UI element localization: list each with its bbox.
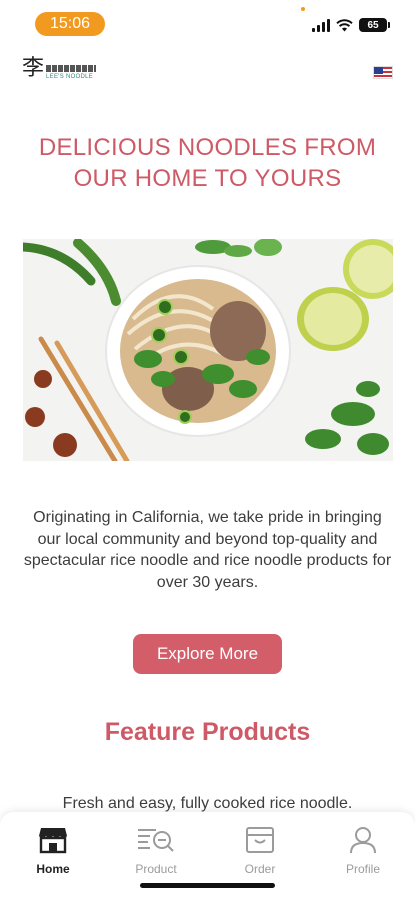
feature-products-description: Fresh and easy, fully cooked rice noodle… bbox=[62, 795, 353, 812]
noodle-bowl-image bbox=[23, 239, 393, 461]
us-flag-language-icon[interactable] bbox=[373, 66, 393, 79]
home-indicator bbox=[140, 883, 275, 888]
hero-title: DELICIOUS NOODLES FROM OUR HOME TO YOURS bbox=[38, 134, 377, 192]
logo-english-wordmark: LEE'S NOODLE bbox=[46, 74, 94, 80]
status-bar: 15:06 65 bbox=[0, 0, 415, 48]
wifi-icon bbox=[336, 18, 353, 31]
tab-product-label: Product bbox=[135, 862, 177, 876]
tab-home[interactable]: Home bbox=[13, 826, 93, 876]
intro-paragraph: Originating in California, we take pride… bbox=[23, 509, 392, 591]
tab-order-label: Order bbox=[244, 862, 276, 876]
logo-character: 李 bbox=[22, 56, 45, 81]
tab-home-label: Home bbox=[36, 862, 70, 876]
person-icon bbox=[350, 827, 376, 854]
order-box-icon bbox=[246, 827, 274, 853]
store-icon bbox=[39, 828, 67, 854]
tab-order[interactable]: Order bbox=[220, 826, 300, 876]
brand-logo[interactable]: 李 LEE'S NOODLE bbox=[22, 56, 97, 82]
explore-more-button[interactable]: Explore More bbox=[133, 634, 282, 674]
app-header: 李 LEE'S NOODLE bbox=[0, 52, 415, 92]
privacy-indicator-dot bbox=[301, 7, 305, 11]
status-time: 15:06 bbox=[35, 12, 105, 36]
feature-products-title: Feature Products bbox=[104, 718, 311, 746]
product-search-icon bbox=[138, 829, 174, 852]
tab-profile-label: Profile bbox=[345, 862, 380, 876]
logo-chinese-wordmark bbox=[46, 65, 97, 72]
tab-profile[interactable]: Profile bbox=[323, 826, 403, 876]
battery-icon: 65 bbox=[359, 18, 390, 32]
tab-product[interactable]: Product bbox=[116, 826, 196, 876]
cellular-signal-icon bbox=[312, 18, 330, 32]
